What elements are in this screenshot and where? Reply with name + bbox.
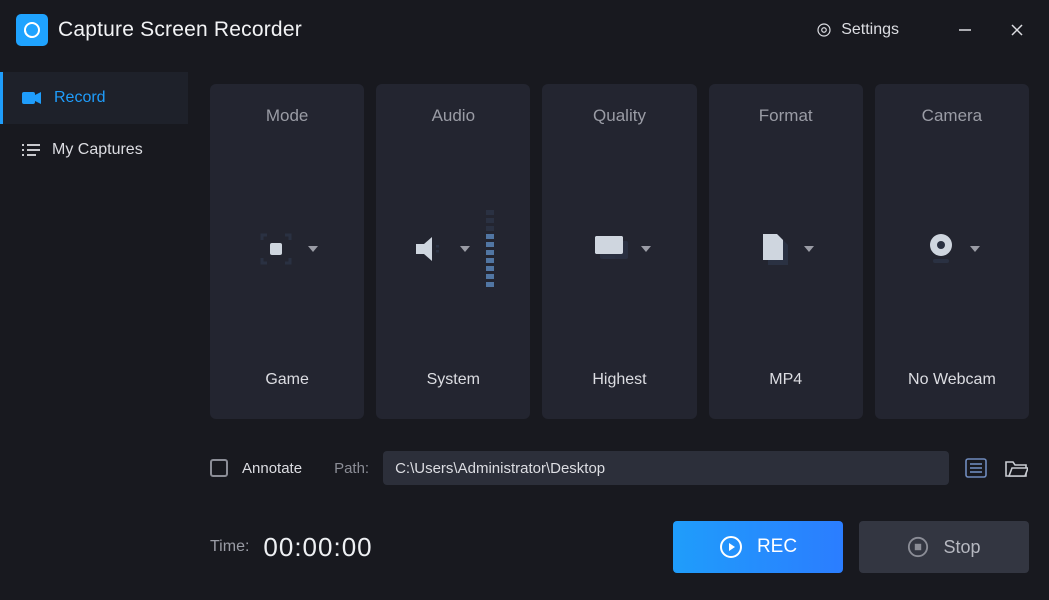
chevron-down-icon <box>308 246 318 252</box>
stop-circle-icon <box>907 536 929 558</box>
card-format[interactable]: Format MP4 <box>709 84 863 419</box>
card-title: Format <box>759 106 813 126</box>
webcam-icon <box>924 231 958 267</box>
card-audio[interactable]: Audio <box>376 84 530 419</box>
record-button-label: REC <box>757 536 797 558</box>
chevron-down-icon <box>641 246 651 252</box>
gear-icon <box>815 21 833 39</box>
card-camera[interactable]: Camera No Webcam <box>875 84 1029 419</box>
settings-label: Settings <box>841 21 899 39</box>
controls-row: Time: 00:00:00 REC Stop <box>210 521 1029 573</box>
sidebar: Record My Captures <box>0 60 188 600</box>
card-title: Quality <box>593 106 646 126</box>
browse-folder-button[interactable] <box>1003 455 1029 481</box>
chevron-down-icon <box>460 246 470 252</box>
path-label: Path: <box>334 460 369 477</box>
monitor-icon <box>589 232 629 266</box>
sidebar-item-my-captures[interactable]: My Captures <box>0 124 188 176</box>
camcorder-icon <box>22 91 42 105</box>
app-title: Capture Screen Recorder <box>58 18 302 42</box>
stop-button-label: Stop <box>943 537 980 558</box>
sidebar-item-label: Record <box>54 89 106 107</box>
minimize-button[interactable] <box>949 14 981 46</box>
sidebar-item-label: My Captures <box>52 141 143 159</box>
game-target-icon <box>256 229 296 269</box>
card-value: MP4 <box>769 371 802 389</box>
card-quality[interactable]: Quality Highest <box>542 84 696 419</box>
card-value: System <box>427 371 480 389</box>
speaker-icon <box>412 232 448 266</box>
path-list-button[interactable] <box>963 455 989 481</box>
sidebar-item-record[interactable]: Record <box>0 72 188 124</box>
card-mode[interactable]: Mode Game <box>210 84 364 419</box>
card-value: Highest <box>592 371 646 389</box>
stop-button[interactable]: Stop <box>859 521 1029 573</box>
card-title: Camera <box>922 106 982 126</box>
card-value: No Webcam <box>908 371 996 389</box>
card-title: Mode <box>266 106 309 126</box>
card-value: Game <box>265 371 309 389</box>
level-meter-icon <box>486 210 494 288</box>
annotate-checkbox[interactable] <box>210 459 228 477</box>
play-circle-icon <box>719 535 743 559</box>
main-panel: Mode Game <box>188 60 1049 600</box>
option-cards: Mode Game <box>210 84 1029 419</box>
chevron-down-icon <box>804 246 814 252</box>
path-input[interactable] <box>383 451 949 485</box>
chevron-down-icon <box>970 246 980 252</box>
card-title: Audio <box>432 106 475 126</box>
annotate-label: Annotate <box>242 460 302 477</box>
record-button[interactable]: REC <box>673 521 843 573</box>
time-label: Time: <box>210 538 249 556</box>
title-bar: Capture Screen Recorder Settings <box>0 0 1049 60</box>
settings-button[interactable]: Settings <box>805 15 909 45</box>
app-logo <box>16 14 48 46</box>
time-value: 00:00:00 <box>263 532 372 563</box>
file-icon <box>758 231 792 267</box>
close-button[interactable] <box>1001 14 1033 46</box>
list-icon <box>22 143 40 157</box>
path-row: Annotate Path: <box>210 451 1029 485</box>
